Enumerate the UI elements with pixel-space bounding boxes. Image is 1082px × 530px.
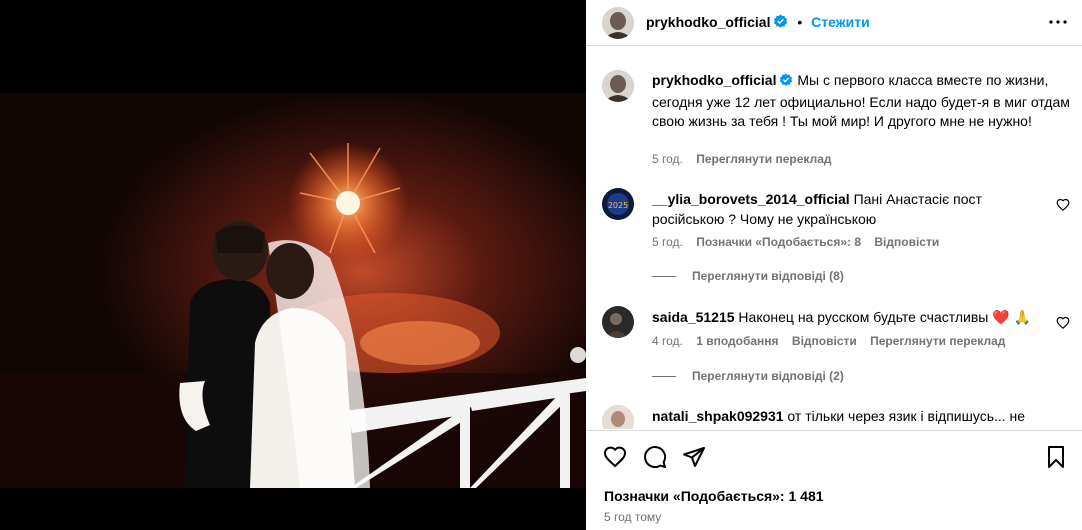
comment-text: Наконец на русском будьте счастливы ❤️ 🙏 (738, 309, 1031, 325)
comment-avatar[interactable]: 2025 (602, 188, 634, 220)
caption-translate-link[interactable]: Переглянути переклад (696, 152, 831, 166)
comment-meta: 5 год. Позначки «Подобається»: 8 Відпові… (652, 235, 949, 249)
more-options-icon[interactable] (1046, 12, 1070, 32)
comment-like-icon[interactable] (1056, 198, 1070, 212)
bookmark-icon[interactable] (1044, 445, 1068, 469)
svg-text:2025: 2025 (608, 201, 628, 210)
comment-item: 2025 __ylia_borovets_2014_official Пані … (602, 188, 1072, 318)
comment-avatar[interactable] (602, 405, 634, 429)
author-username[interactable]: prykhodko_official (646, 14, 770, 30)
view-replies-button[interactable]: Переглянути відповіді (2) (652, 369, 844, 383)
comment-time: 4 год. (652, 334, 683, 348)
comment-time: 5 год. (652, 235, 683, 249)
comment-like-icon[interactable] (1056, 316, 1070, 330)
post-header: prykhodko_official • Стежити (586, 0, 1082, 46)
follow-button[interactable]: Стежити (811, 14, 870, 30)
post-panel: prykhodko_official • Стежити prykhodko_o… (586, 0, 1082, 530)
comment-translate-link[interactable]: Переглянути переклад (870, 334, 1005, 348)
replies-divider (652, 375, 676, 377)
heart-icon[interactable] (603, 445, 627, 469)
view-replies-label: Переглянути відповіді (8) (692, 269, 844, 283)
view-replies-button[interactable]: Переглянути відповіді (8) (652, 269, 844, 283)
comment-reply-link[interactable]: Відповісти (792, 334, 857, 348)
header-separator: • (797, 14, 803, 30)
caption: prykhodko_official Мы с первого класса в… (602, 70, 1072, 170)
comment-text-block: __ylia_borovets_2014_official Пані Анаст… (652, 190, 1052, 229)
comment-avatar[interactable] (602, 306, 634, 338)
post-timestamp[interactable]: 5 год тому (604, 510, 661, 524)
post-actions: Позначки «Подобається»: 1 481 5 год тому (586, 430, 1082, 530)
caption-time: 5 год. (652, 152, 683, 166)
comment-text-block: natali_shpak092931 от тільки через язик … (652, 407, 1052, 427)
comment-text: от тільки через язик і відпишусь... не (787, 408, 1026, 424)
verified-icon (773, 14, 788, 32)
comment-text-block: saida_51215 Наконец на русском будьте сч… (652, 308, 1052, 328)
author-avatar[interactable] (602, 7, 634, 39)
comment-username[interactable]: natali_shpak092931 (652, 408, 784, 424)
comment-likes-count[interactable]: 1 вподобання (696, 334, 778, 348)
comment-username[interactable]: __ylia_borovets_2014_official (652, 191, 850, 207)
view-replies-label: Переглянути відповіді (2) (692, 369, 844, 383)
caption-meta: 5 год. Переглянути переклад (652, 152, 842, 166)
comment-item: saida_51215 Наконец на русском будьте сч… (602, 306, 1072, 406)
comment-meta: 4 год. 1 вподобання Відповісти Перегляну… (652, 334, 1015, 348)
share-icon[interactable] (682, 445, 706, 469)
comment-likes-count[interactable]: Позначки «Подобається»: 8 (696, 235, 861, 249)
caption-text-block: prykhodko_official Мы с первого класса в… (652, 71, 1072, 132)
post-photo[interactable] (0, 93, 586, 488)
replies-divider (652, 275, 676, 277)
verified-icon (779, 73, 793, 93)
comment-icon[interactable] (643, 445, 667, 469)
caption-username[interactable]: prykhodko_official (652, 72, 776, 88)
post-media[interactable] (0, 0, 586, 530)
comment-item: natali_shpak092931 от тільки через язик … (602, 405, 1072, 429)
caption-avatar[interactable] (602, 70, 634, 102)
comments-list[interactable]: prykhodko_official Мы с первого класса в… (586, 47, 1082, 429)
comment-username[interactable]: saida_51215 (652, 309, 735, 325)
post-likes-count[interactable]: Позначки «Подобається»: 1 481 (604, 488, 824, 504)
comment-reply-link[interactable]: Відповісти (874, 235, 939, 249)
